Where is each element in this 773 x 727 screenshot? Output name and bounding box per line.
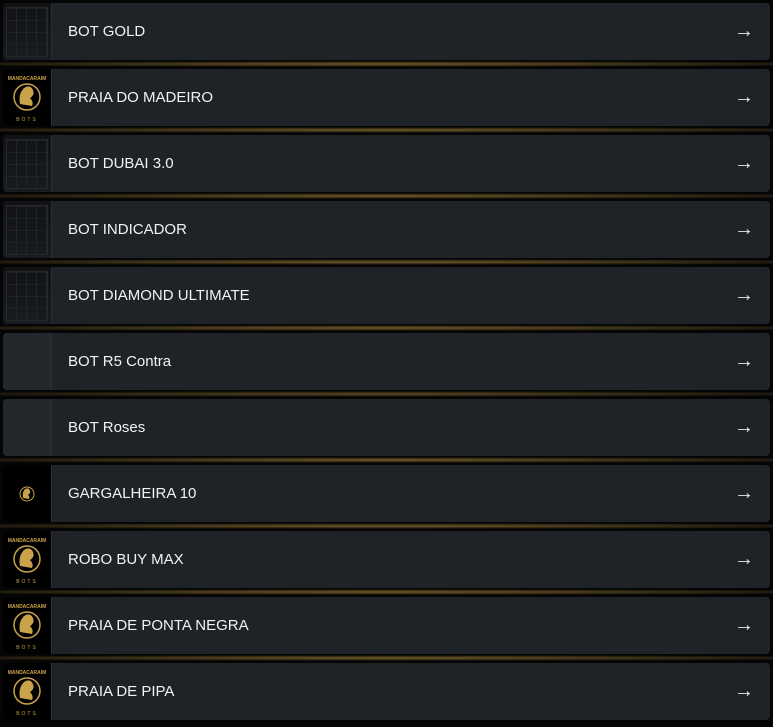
list-item-label: BOT DUBAI 3.0 (68, 155, 174, 172)
list-item-label: PRAIA DE PONTA NEGRA (68, 617, 249, 634)
list-item-bot-dubai[interactable]: BOT DUBAI 3.0 → (3, 135, 770, 192)
list-item-label: BOT DIAMOND ULTIMATE (68, 287, 250, 304)
arrow-right-icon: → (734, 482, 754, 504)
mandacaru-logo-icon: MANDACARAIM BOTS (8, 670, 47, 717)
mandacaru-logo-thumbnail: MANDACARAIM BOTS (3, 531, 52, 588)
list-item-praia-de-pipa[interactable]: MANDACARAIM BOTS PRAIA DE PIPA → (3, 663, 770, 720)
mandacaru-logo-small-icon (19, 486, 35, 501)
svg-text:MANDACARAIM: MANDACARAIM (8, 604, 47, 610)
bot-thumbnail (3, 267, 52, 324)
svg-text:BOTS: BOTS (16, 645, 38, 651)
svg-text:MANDACARAIM: MANDACARAIM (8, 538, 47, 544)
arrow-right-icon: → (734, 680, 754, 702)
arrow-right-icon: → (734, 218, 754, 240)
arrow-right-icon: → (734, 152, 754, 174)
list-item-praia-de-ponta-negra[interactable]: MANDACARAIM BOTS PRAIA DE PONTA NEGRA → (3, 597, 770, 654)
bot-thumbnail (3, 135, 52, 192)
svg-text:MANDACARAIM: MANDACARAIM (8, 76, 47, 82)
arrow-right-icon: → (734, 86, 754, 108)
list-item-praia-do-madeiro[interactable]: MANDACARAIM BOTS PRAIA DO MADEIRO → (3, 69, 770, 126)
list-item-robo-buy-max[interactable]: MANDACARAIM BOTS ROBO BUY MAX → (3, 531, 770, 588)
list-item-bot-roses[interactable]: BOT Roses → (3, 399, 770, 456)
arrow-right-icon: → (734, 284, 754, 306)
mandacaru-logo-icon: MANDACARAIM BOTS (8, 604, 47, 651)
svg-text:BOTS: BOTS (16, 579, 38, 585)
list-item-label: BOT INDICADOR (68, 221, 187, 238)
arrow-right-icon: → (734, 416, 754, 438)
list-item-bot-indicador[interactable]: BOT INDICADOR → (3, 201, 770, 258)
mandacaru-logo-thumbnail (3, 465, 52, 522)
list-item-label: GARGALHEIRA 10 (68, 485, 197, 502)
list-item-label: PRAIA DE PIPA (68, 683, 175, 700)
mandacaru-logo-icon: MANDACARAIM BOTS (8, 76, 47, 123)
svg-text:BOTS: BOTS (16, 117, 38, 123)
mandacaru-logo-thumbnail: MANDACARAIM BOTS (3, 597, 52, 654)
bot-thumbnail (3, 201, 52, 258)
list-item-label: BOT R5 Contra (68, 353, 172, 370)
bot-thumbnail (3, 399, 52, 456)
svg-text:MANDACARAIM: MANDACARAIM (8, 670, 47, 676)
arrow-right-icon: → (734, 614, 754, 636)
mandacaru-logo-icon: MANDACARAIM BOTS (8, 538, 47, 585)
arrow-right-icon: → (734, 350, 754, 372)
list-item-label: BOT GOLD (68, 23, 146, 40)
arrow-right-icon: → (734, 548, 754, 570)
mandacaru-logo-thumbnail: MANDACARAIM BOTS (3, 69, 52, 126)
list-item-label: BOT Roses (68, 419, 146, 436)
svg-text:BOTS: BOTS (16, 711, 38, 717)
list-item-label: PRAIA DO MADEIRO (68, 89, 214, 106)
list-item-bot-diamond-ultimate[interactable]: BOT DIAMOND ULTIMATE → (3, 267, 770, 324)
bot-list: BOT GOLD → MANDACARAIM BOTS PRAIA DO MAD… (0, 0, 773, 727)
arrow-right-icon: → (734, 20, 754, 42)
list-item-label: ROBO BUY MAX (68, 551, 184, 568)
list-item-gargalheira[interactable]: GARGALHEIRA 10 → (3, 465, 770, 522)
bot-thumbnail (3, 3, 52, 60)
list-item-bot-r5-contra[interactable]: BOT R5 Contra → (3, 333, 770, 390)
bot-thumbnail (3, 333, 52, 390)
mandacaru-logo-thumbnail: MANDACARAIM BOTS (3, 663, 52, 720)
list-item-bot-gold[interactable]: BOT GOLD → (3, 3, 770, 60)
